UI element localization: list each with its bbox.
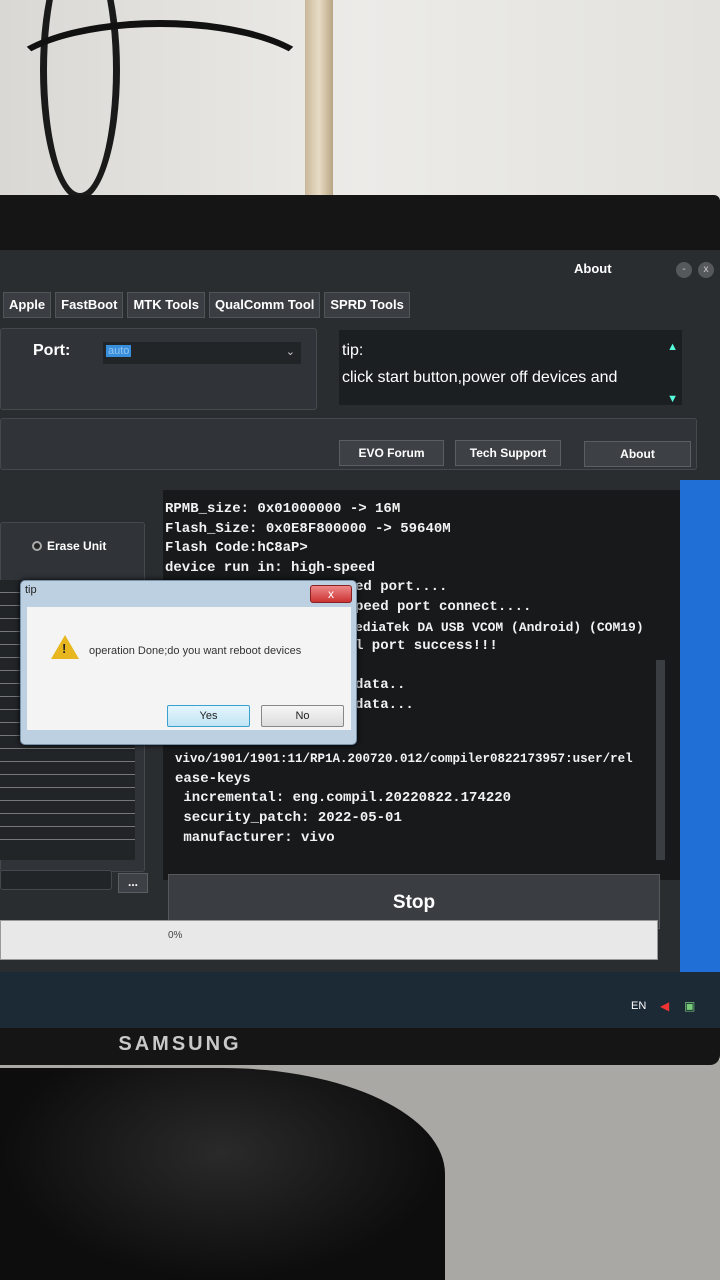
tool-tabs: Apple FastBoot MTK Tools QualComm Tool S… xyxy=(3,292,410,318)
monitor-brand-logo: SAMSUNG xyxy=(118,1033,242,1055)
log-line: incremental: eng.compil.20220822.174220 xyxy=(175,790,512,807)
tab-mtk-tools[interactable]: MTK Tools xyxy=(127,292,205,318)
no-button[interactable]: No xyxy=(261,705,344,727)
desktop-background xyxy=(680,480,720,972)
file-path-input[interactable] xyxy=(0,870,112,890)
monitor-stand xyxy=(0,1068,445,1280)
port-select[interactable]: auto ⌄ xyxy=(103,342,301,364)
log-line: ease-keys xyxy=(175,770,251,787)
minimize-button[interactable]: - xyxy=(676,262,692,278)
dialog-message: operation Done;do you want reboot device… xyxy=(89,645,302,657)
log-line: device run in: high-speed xyxy=(165,559,376,576)
port-panel xyxy=(0,328,317,410)
warning-icon: ! xyxy=(51,635,79,659)
log-scrollbar[interactable] xyxy=(656,660,665,860)
browse-button[interactable]: ... xyxy=(118,873,148,893)
erase-unit-label: Erase Unit xyxy=(47,539,107,553)
tab-fastboot[interactable]: FastBoot xyxy=(55,292,124,318)
tab-apple[interactable]: Apple xyxy=(3,292,52,318)
tip-dialog: tip x ! operation Done;do you want reboo… xyxy=(20,580,357,745)
dialog-title: tip xyxy=(25,584,37,596)
cable xyxy=(0,20,320,140)
language-indicator[interactable]: EN xyxy=(631,1000,646,1012)
erase-unit-radio[interactable]: Erase Unit xyxy=(32,539,106,553)
yes-button[interactable]: Yes xyxy=(167,705,250,727)
tip-box: tip: click start button,power off device… xyxy=(339,330,682,405)
port-label: Port: xyxy=(33,342,71,359)
log-line: Flash_Size: 0x0E8F800000 -> 59640M xyxy=(165,520,451,537)
tip-text: click start button,power off devices and xyxy=(342,369,618,386)
title-about[interactable]: About xyxy=(574,261,612,276)
tab-qualcomm-tool[interactable]: QualComm Tool xyxy=(208,292,321,318)
progress-label: 0% xyxy=(168,930,183,941)
log-line: manufacturer: vivo xyxy=(175,829,335,846)
dialog-body: ! operation Done;do you want reboot devi… xyxy=(27,607,351,730)
tab-sprd-tools[interactable]: SPRD Tools xyxy=(324,292,410,318)
taskbar: EN ◀ ▣ xyxy=(0,972,720,1028)
dialog-close-button[interactable]: x xyxy=(310,585,352,603)
tip-title: tip: xyxy=(342,342,364,359)
log-line: RPMB_size: 0x01000000 -> 16M xyxy=(165,501,401,517)
chevron-down-icon: ⌄ xyxy=(285,346,295,358)
evo-forum-button[interactable]: EVO Forum xyxy=(339,440,444,466)
progress-bar: 0% xyxy=(0,920,658,960)
about-button[interactable]: About xyxy=(584,441,691,467)
network-icon[interactable]: ▣ xyxy=(684,999,695,1013)
scroll-down-icon[interactable]: ▼ xyxy=(667,386,678,413)
log-line: vivo/1901/1901:11/RP1A.200720.012/compil… xyxy=(175,752,633,767)
radio-icon xyxy=(32,541,42,551)
port-value: auto xyxy=(106,345,132,357)
close-button[interactable]: x xyxy=(698,262,714,278)
log-line: Flash Code:hC8aP> xyxy=(165,540,308,557)
volume-icon[interactable]: ◀ xyxy=(660,999,669,1013)
scroll-up-icon[interactable]: ▲ xyxy=(667,334,678,361)
log-line: security_patch: 2022-05-01 xyxy=(175,809,402,826)
tech-support-button[interactable]: Tech Support xyxy=(455,440,561,466)
